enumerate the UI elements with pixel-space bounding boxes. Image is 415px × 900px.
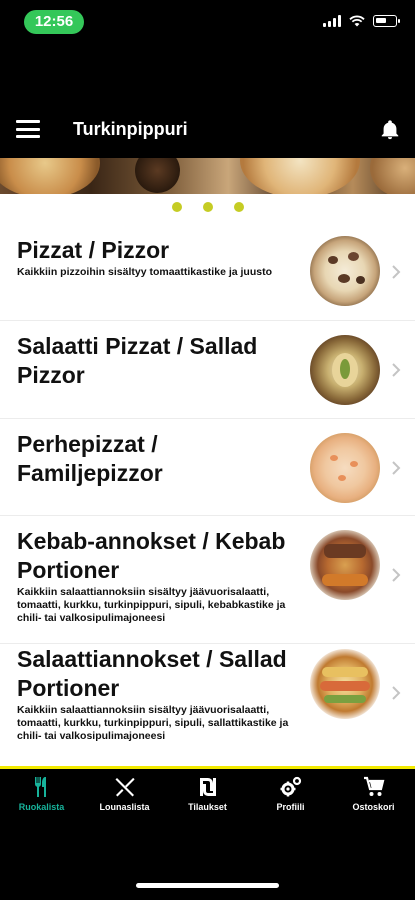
status-time: 12:56 — [24, 10, 84, 34]
bell-icon[interactable] — [379, 118, 401, 142]
cart-icon — [363, 776, 384, 796]
tab-label: Lounaslista — [99, 802, 150, 812]
category-item-kebab-annokset[interactable]: Kebab-annokset / Kebab Portioner Kaikkii… — [0, 516, 415, 644]
carousel-dot[interactable] — [202, 202, 213, 212]
category-list: Pizzat / Pizzor Kaikkiin pizzoihin sisäl… — [0, 224, 415, 766]
tab-label: Ostoskori — [352, 802, 395, 812]
category-thumbnail — [310, 433, 380, 503]
chevron-right-icon — [392, 461, 401, 475]
battery-icon — [373, 15, 400, 27]
tab-lounaslista[interactable]: Lounaslista — [83, 769, 166, 824]
category-thumbnail — [310, 335, 380, 405]
category-thumbnail — [310, 236, 380, 306]
tab-ostoskori[interactable]: Ostoskori — [332, 769, 415, 824]
chevron-right-icon — [392, 686, 401, 700]
home-indicator[interactable] — [136, 883, 279, 888]
category-thumbnail — [310, 530, 380, 600]
category-item-pizzat[interactable]: Pizzat / Pizzor Kaikkiin pizzoihin sisäl… — [0, 224, 415, 321]
category-title: Perhepizzat / Familjepizzor — [17, 431, 163, 486]
carousel-dots — [0, 202, 415, 212]
tab-label: Ruokalista — [18, 802, 65, 812]
banner-image[interactable] — [0, 158, 415, 194]
category-title: Pizzat / Pizzor — [17, 237, 170, 263]
carousel-dot[interactable] — [171, 202, 182, 212]
gears-icon — [280, 776, 301, 797]
banner-pizza-edge — [370, 158, 415, 194]
banner-bowl — [135, 158, 180, 193]
category-description: Kaikkiin pizzoihin sisältyy tomaattikast… — [17, 266, 272, 278]
wifi-icon — [349, 15, 365, 27]
status-bar: 12:56 — [0, 0, 415, 46]
signal-icon — [323, 15, 341, 27]
status-icons — [323, 15, 400, 27]
banner-pizza-left — [0, 158, 100, 194]
banner-pizza-right — [240, 158, 360, 194]
tab-label: Tilaukset — [188, 802, 227, 812]
chevron-right-icon — [392, 568, 401, 582]
category-title: Salaatti Pizzat / Sallad Pizzor — [17, 333, 258, 388]
carousel-dot[interactable] — [233, 202, 244, 212]
tab-tilaukset[interactable]: Tilaukset — [166, 769, 249, 824]
category-thumbnail — [310, 649, 380, 719]
shekel-icon — [199, 778, 216, 796]
category-description: Kaikkiin salaattiannoksiin sisältyy jääv… — [17, 586, 286, 624]
app-title: Turkinpippuri — [73, 118, 188, 139]
menu-content: Pizzat / Pizzor Kaikkiin pizzoihin sisäl… — [0, 194, 415, 766]
chevron-right-icon — [392, 363, 401, 377]
category-item-salaatti-pizzat[interactable]: Salaatti Pizzat / Sallad Pizzor — [0, 321, 415, 419]
tab-profiili[interactable]: Profiili — [249, 769, 332, 824]
chevron-right-icon — [392, 265, 401, 279]
utensils-cross-icon — [115, 778, 134, 797]
tab-ruokalista[interactable]: Ruokalista — [0, 769, 83, 824]
category-item-salaattiannokset[interactable]: Salaattiannokset / Sallad Portioner Kaik… — [0, 644, 415, 766]
app-header: Turkinpippuri — [0, 100, 415, 158]
category-title: Kebab-annokset / Kebab Portioner — [17, 528, 286, 583]
tab-label: Profiili — [276, 802, 305, 812]
fork-knife-icon — [34, 777, 46, 797]
category-title: Salaattiannokset / Sallad Portioner — [17, 646, 287, 701]
hamburger-menu-icon[interactable] — [16, 120, 40, 138]
category-item-perhepizzat[interactable]: Perhepizzat / Familjepizzor — [0, 419, 415, 516]
category-description: Kaikkiin salaattiannoksiin sisältyy jääv… — [17, 704, 289, 742]
bottom-tab-bar: Ruokalista Lounaslista Tilaukset Profiil… — [0, 769, 415, 824]
